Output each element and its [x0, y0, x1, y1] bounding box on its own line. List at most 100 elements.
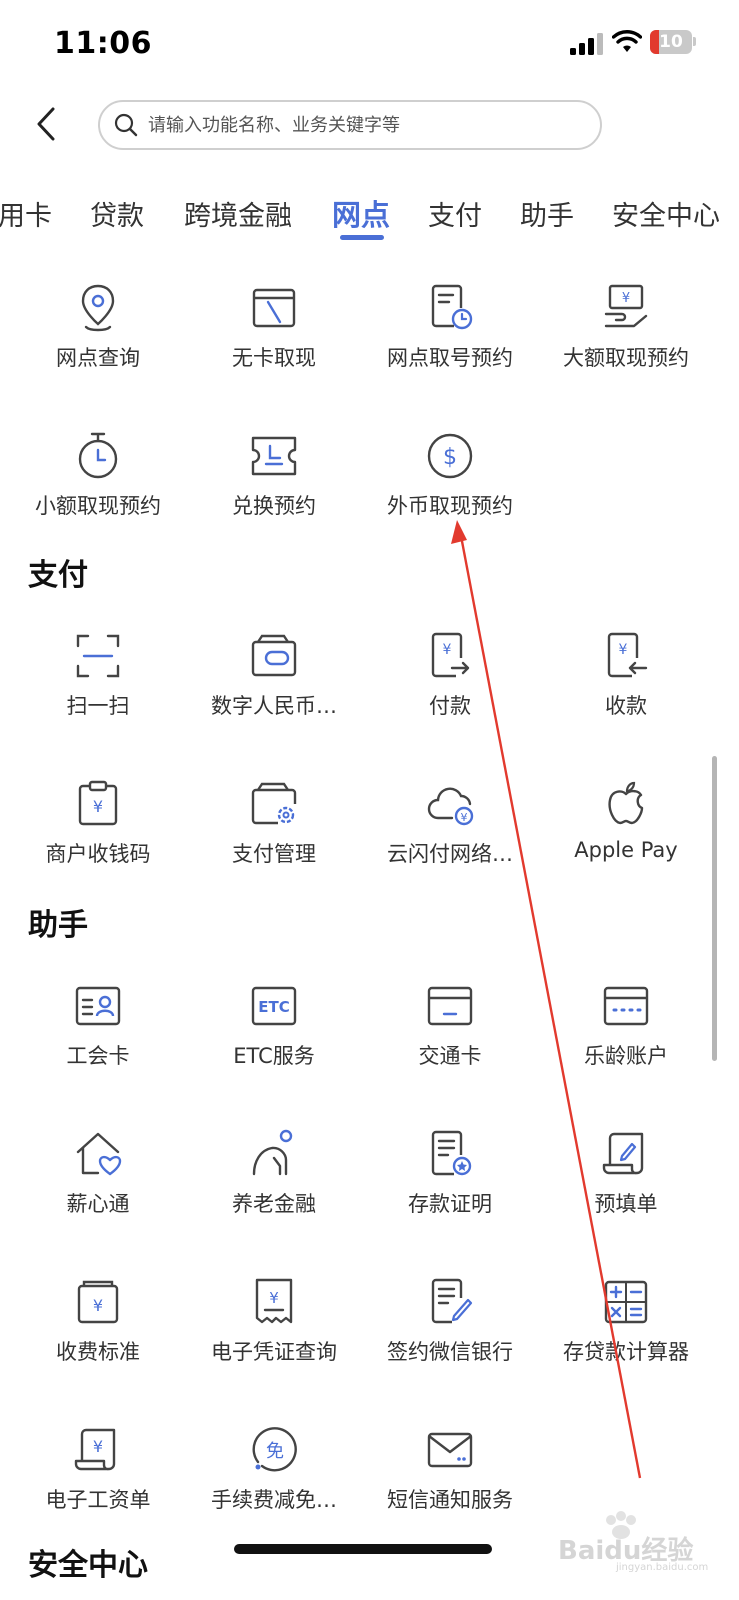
search-box[interactable]	[98, 100, 602, 150]
grid-item-cloud-quickpass[interactable]: ¥ 云闪付网络…	[358, 778, 542, 888]
payslip-icon: ¥	[74, 1428, 116, 1471]
grid-item-queue-appointment[interactable]: 网点取号预约	[358, 282, 542, 392]
ticket-clock-icon	[431, 284, 473, 330]
svg-text:¥: ¥	[622, 291, 630, 306]
grid-item-pay[interactable]: ¥ 付款	[358, 630, 542, 740]
calculator-icon	[604, 1280, 648, 1324]
grid-item-label: 预填单	[594, 1192, 658, 1216]
signal-icon	[570, 33, 603, 55]
fee-book-icon: ¥	[77, 1280, 119, 1324]
id-card-icon	[75, 986, 121, 1026]
svg-text:$: $	[443, 445, 457, 470]
pay-icon: ¥	[431, 632, 470, 678]
battery-icon: 10	[650, 30, 692, 54]
grid-item-label: 无卡取现	[232, 346, 316, 370]
grid-item-label: 网点查询	[56, 346, 140, 370]
grid-item-etc[interactable]: ETC ETC服务	[182, 980, 366, 1090]
house-heart-icon	[76, 1132, 122, 1176]
grid-item-sms-notification[interactable]: 短信通知服务	[358, 1424, 542, 1534]
svg-text:¥: ¥	[269, 1289, 279, 1307]
active-tab-indicator	[340, 235, 384, 240]
grid-item-deposit-certificate[interactable]: 存款证明	[358, 1128, 542, 1238]
receipt-icon: ¥	[255, 1278, 293, 1324]
grid-item-xinxintong[interactable]: 薪心通	[6, 1128, 190, 1238]
grid-item-label: 网点取号预约	[387, 346, 513, 370]
digital-wallet-icon	[251, 634, 297, 677]
back-chevron-icon	[37, 107, 55, 141]
certificate-icon	[431, 1130, 472, 1176]
tab-payment[interactable]: 支付	[428, 194, 482, 233]
home-indicator[interactable]	[234, 1544, 492, 1554]
svg-text:¥: ¥	[93, 1437, 103, 1456]
grid-item-branch-query[interactable]: 网点查询	[6, 282, 190, 392]
grid-item-label: 短信通知服务	[387, 1488, 513, 1512]
grid-item-e-voucher-query[interactable]: ¥ 电子凭证查询	[182, 1276, 366, 1386]
battery-level: 10	[659, 32, 683, 52]
grid-item-label: 收费标准	[56, 1340, 140, 1364]
grid-item-apple-pay[interactable]: Apple Pay	[534, 778, 718, 888]
grid-item-prefill-form[interactable]: 预填单	[534, 1128, 718, 1238]
grid-item-scan[interactable]: 扫一扫	[6, 630, 190, 740]
grid-item-e-payslip[interactable]: ¥ 电子工资单	[6, 1424, 190, 1534]
category-tabs: 用卡 贷款 跨境金融 网点 支付 助手 安全中心	[0, 186, 739, 246]
status-bar: 11:06 10	[0, 0, 739, 90]
grid-item-label: 交通卡	[418, 1044, 482, 1068]
grid-item-fee-waiver[interactable]: 免 手续费减免…	[182, 1424, 366, 1534]
grid-item-union-card[interactable]: 工会卡	[6, 980, 190, 1090]
grid-item-label: 支付管理	[232, 842, 316, 866]
sign-doc-icon	[431, 1278, 473, 1324]
grid-item-exchange-appointment[interactable]: 兑换预约	[182, 430, 366, 540]
grid-item-label: ETC服务	[233, 1044, 315, 1068]
envelope-icon	[427, 1432, 473, 1468]
section-title-payment: 支付	[28, 558, 88, 593]
stopwatch-icon	[78, 432, 118, 479]
grid-item-transit-card[interactable]: 交通卡	[358, 980, 542, 1090]
fee-waiver-icon: 免	[252, 1427, 297, 1472]
grid-item-label: 扫一扫	[66, 694, 130, 718]
hand-cash-icon: ¥	[604, 284, 648, 328]
grid-item-wechat-bank[interactable]: 签约微信银行	[358, 1276, 542, 1386]
grid-item-label: 云闪付网络…	[387, 842, 513, 866]
status-time: 11:06	[54, 26, 152, 61]
grid-item-small-withdraw[interactable]: 小额取现预约	[6, 430, 190, 540]
apple-icon	[608, 781, 644, 825]
scrollbar[interactable]	[712, 756, 717, 1061]
back-button[interactable]	[28, 102, 64, 146]
svg-text:¥: ¥	[461, 811, 468, 824]
grid-item-fee-standard[interactable]: ¥ 收费标准	[6, 1276, 190, 1386]
dollar-coin-icon: $	[427, 433, 473, 479]
tab-branch[interactable]: 网点	[332, 192, 390, 234]
grid-item-large-withdraw[interactable]: ¥ 大额取现预约	[534, 282, 718, 392]
svg-text:¥: ¥	[443, 642, 452, 658]
cloud-pay-icon: ¥	[427, 787, 474, 826]
grid-item-label: 薪心通	[66, 1192, 130, 1216]
grid-item-merchant-qr[interactable]: ¥ 商户收钱码	[6, 778, 190, 888]
svg-text:¥: ¥	[93, 797, 103, 816]
section-title-assistant: 助手	[28, 908, 88, 943]
transit-card-icon	[427, 986, 473, 1026]
merchant-qr-icon: ¥	[78, 780, 118, 826]
grid-item-pension-finance[interactable]: 养老金融	[182, 1128, 366, 1238]
tab-assistant[interactable]: 助手	[520, 194, 574, 233]
grid-item-label: 大额取现预约	[563, 346, 689, 370]
grid-item-label: 乐龄账户	[584, 1044, 668, 1068]
tab-loan[interactable]: 贷款	[90, 194, 144, 233]
search-input[interactable]	[148, 114, 588, 136]
grid-item-senior-account[interactable]: 乐龄账户	[534, 980, 718, 1090]
grid-item-payment-management[interactable]: 支付管理	[182, 778, 366, 888]
etc-icon: ETC	[251, 986, 297, 1026]
grid-item-receive[interactable]: ¥ 收款	[534, 630, 718, 740]
tab-security[interactable]: 安全中心	[612, 194, 720, 233]
grid-item-label: 养老金融	[232, 1192, 316, 1216]
grid-item-digital-rmb[interactable]: 数字人民币…	[182, 630, 366, 740]
grid-item-cardless-withdraw[interactable]: 无卡取现	[182, 282, 366, 392]
tab-card[interactable]: 用卡	[0, 194, 52, 233]
tab-cross-border[interactable]: 跨境金融	[184, 194, 292, 233]
grid-item-loan-calculator[interactable]: 存贷款计算器	[534, 1276, 718, 1386]
senior-card-icon	[603, 986, 649, 1026]
wifi-icon	[612, 30, 642, 52]
elder-icon	[252, 1129, 293, 1176]
grid-item-foreign-withdraw[interactable]: $ 外币取现预约	[358, 430, 542, 540]
grid-item-label: 兑换预约	[232, 494, 316, 518]
voucher-icon	[251, 436, 297, 476]
